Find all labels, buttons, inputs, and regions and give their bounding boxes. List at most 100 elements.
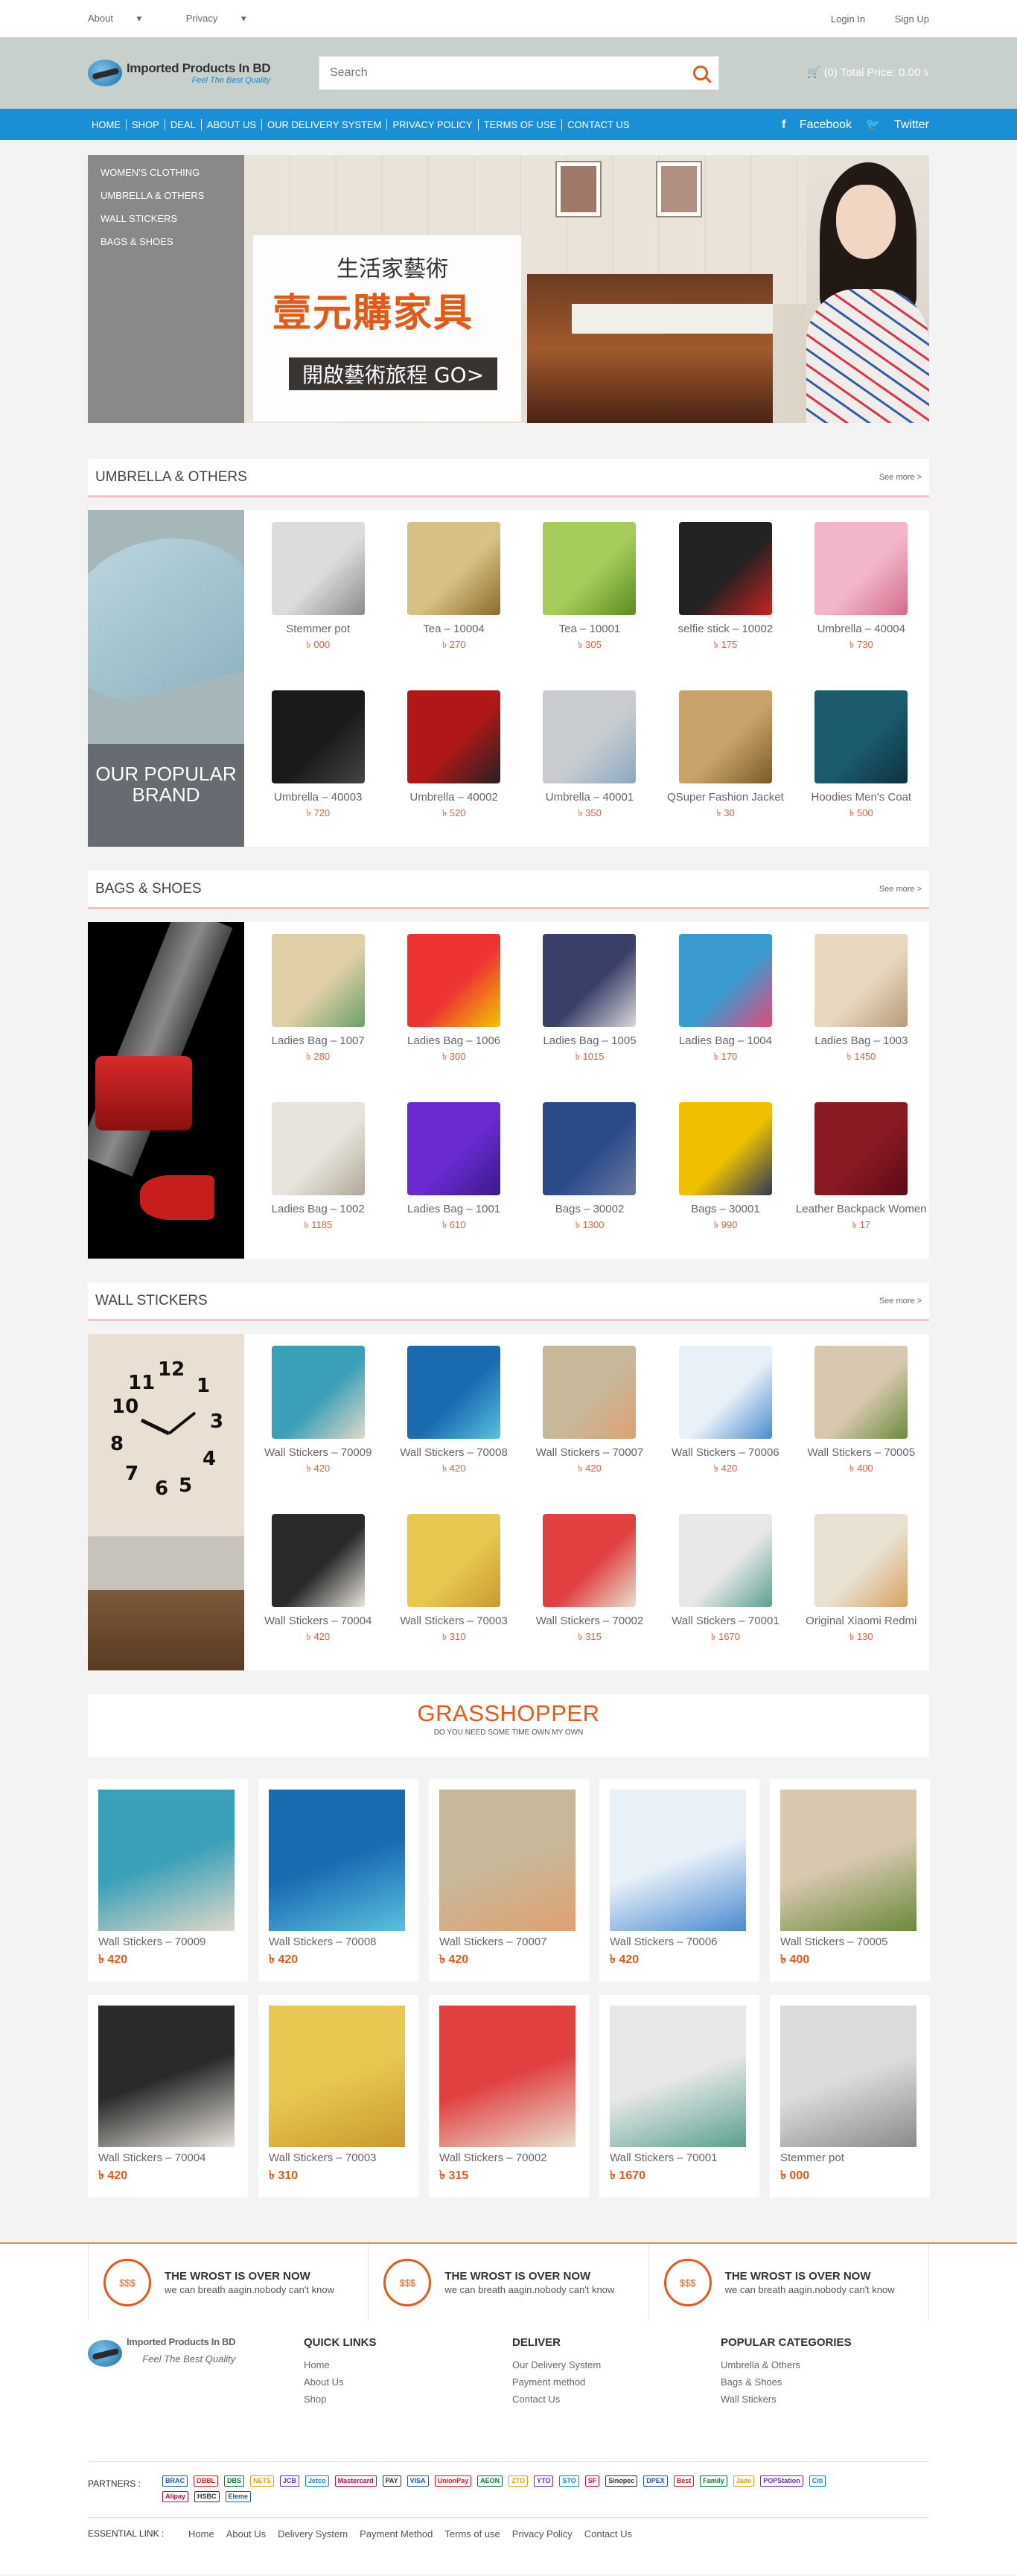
promo-banner-wall[interactable]: 12 1 3 4 5678 10 11 [88, 1334, 244, 1670]
promo-banner-bags[interactable] [88, 922, 244, 1259]
see-more-link[interactable]: See more > [879, 885, 922, 894]
footer-link-shop[interactable]: Shop [304, 2394, 512, 2405]
partner-logo[interactable]: Alipay [162, 2491, 189, 2502]
nav-home[interactable]: HOME [88, 118, 127, 130]
product-item[interactable]: Wall Stickers – 70008 ৳ 420 [386, 1334, 521, 1502]
partner-logo[interactable]: BRAC [162, 2475, 188, 2487]
product-item[interactable]: Ladies Bag – 1006 ৳ 300 [386, 922, 521, 1090]
sidebar-item-womens-clothing[interactable]: WOMEN'S CLOTHING [88, 161, 244, 184]
about-dropdown[interactable]: About ▾ [88, 13, 162, 24]
privacy-dropdown[interactable]: Privacy ▾ [186, 13, 267, 24]
product-item[interactable]: Wall Stickers – 70004 ৳ 420 [250, 1502, 386, 1670]
product-item[interactable]: Umbrella – 40004 ৳ 730 [794, 510, 929, 678]
partner-logo[interactable]: Sinopec [605, 2475, 638, 2487]
essential-link[interactable]: Privacy Policy [512, 2528, 573, 2540]
cart-summary[interactable]: 🛒 (0) Total Price: 0.00 ৳ [807, 64, 929, 83]
product-item[interactable]: QSuper Fashion Jacket ৳ 30 [657, 678, 793, 847]
product-item[interactable]: Umbrella – 40003 ৳ 720 [250, 678, 386, 847]
partner-logo[interactable]: VISA [407, 2475, 429, 2487]
product-item[interactable]: Wall Stickers – 70007 ৳ 420 [522, 1334, 657, 1502]
product-item[interactable]: Umbrella – 40001 ৳ 350 [522, 678, 657, 847]
partner-logo[interactable]: YTO [534, 2475, 554, 2487]
product-item[interactable]: Wall Stickers – 70006 ৳ 420 [657, 1334, 793, 1502]
footer-link-home[interactable]: Home [304, 2359, 512, 2370]
partner-logo[interactable]: ZTO [508, 2475, 528, 2487]
partner-logo[interactable]: HSBC [194, 2491, 220, 2502]
product-card[interactable]: Wall Stickers – 70007 ৳ 420 [429, 1779, 589, 1982]
search-icon[interactable] [693, 66, 708, 80]
product-item[interactable]: Wall Stickers – 70009 ৳ 420 [250, 1334, 386, 1502]
partner-logo[interactable]: DBBL [194, 2475, 218, 2487]
footer-link-payment[interactable]: Payment method [512, 2376, 721, 2388]
signup-link[interactable]: Sign Up [895, 13, 929, 25]
product-item[interactable]: selfie stick – 10002 ৳ 175 [657, 510, 793, 678]
partner-logo[interactable]: DPEX [643, 2475, 668, 2487]
twitter-link[interactable]: 🐦 Twitter [866, 118, 930, 131]
product-item[interactable]: Ladies Bag – 1004 ৳ 170 [657, 922, 793, 1090]
site-logo[interactable]: Imported Products In BD Feel The Best Qu… [88, 60, 311, 86]
footer-link-about[interactable]: About Us [304, 2376, 512, 2388]
footer-link-wall[interactable]: Wall Stickers [721, 2394, 929, 2405]
essential-link[interactable]: Delivery System [278, 2528, 348, 2540]
nav-contact[interactable]: CONTACT US [562, 119, 634, 130]
partner-logo[interactable]: NETS [250, 2475, 275, 2487]
product-card[interactable]: Wall Stickers – 70008 ৳ 420 [258, 1779, 418, 1982]
product-item[interactable]: Wall Stickers – 70002 ৳ 315 [522, 1502, 657, 1670]
partner-logo[interactable]: AEON [477, 2475, 503, 2487]
search-input[interactable] [330, 66, 693, 80]
sidebar-item-umbrella[interactable]: UMBRELLA & OTHERS [88, 184, 244, 207]
product-item[interactable]: Stemmer pot ৳ 000 [250, 510, 386, 678]
footer-link-bags[interactable]: Bags & Shoes [721, 2376, 929, 2388]
sidebar-item-wall-stickers[interactable]: WALL STICKERS [88, 207, 244, 230]
nav-about[interactable]: ABOUT US [201, 118, 263, 130]
product-item[interactable]: Ladies Bag – 1005 ৳ 1015 [522, 922, 657, 1090]
partner-logo[interactable]: UnionPay [434, 2475, 472, 2487]
product-item[interactable]: Umbrella – 40002 ৳ 520 [386, 678, 521, 847]
partner-logo[interactable]: SF [584, 2475, 600, 2487]
partner-logo[interactable]: Mastercard [334, 2475, 377, 2487]
product-item[interactable]: Wall Stickers – 70003 ৳ 310 [386, 1502, 521, 1670]
product-card[interactable]: Wall Stickers – 70006 ৳ 420 [599, 1779, 759, 1982]
product-item[interactable]: Leather Backpack Women ৳ 17 [794, 1090, 929, 1259]
footer-link-delivery[interactable]: Our Delivery System [512, 2359, 721, 2370]
product-item[interactable]: Ladies Bag – 1001 ৳ 610 [386, 1090, 521, 1259]
partner-logo[interactable]: Best [673, 2475, 695, 2487]
nav-terms[interactable]: TERMS OF USE [478, 118, 563, 130]
footer-link-umbrella[interactable]: Umbrella & Others [721, 2359, 929, 2370]
promo-banner-umbrella[interactable]: OUR POPULAR BRAND [88, 510, 244, 847]
product-item[interactable]: Wall Stickers – 70001 ৳ 1670 [657, 1502, 793, 1670]
product-item[interactable]: Tea – 10004 ৳ 270 [386, 510, 521, 678]
partner-logo[interactable]: Jetco [305, 2475, 329, 2487]
hero-banner[interactable]: 生活家藝術 壹元購家具 開啟藝術旅程 GO> [244, 155, 929, 423]
essential-link[interactable]: Contact Us [584, 2528, 632, 2540]
essential-link[interactable]: Payment Method [360, 2528, 433, 2540]
essential-link[interactable]: About Us [226, 2528, 266, 2540]
product-item[interactable]: Ladies Bag – 1003 ৳ 1450 [794, 922, 929, 1090]
footer-logo[interactable]: Imported Products In BD Feel The Best Qu… [88, 2336, 311, 2376]
essential-link[interactable]: Terms of use [444, 2528, 500, 2540]
product-item[interactable]: Ladies Bag – 1007 ৳ 280 [250, 922, 386, 1090]
partner-logo[interactable]: STO [559, 2475, 579, 2487]
partner-logo[interactable]: DBS [224, 2475, 245, 2487]
nav-shop[interactable]: SHOP [127, 118, 165, 130]
nav-privacy[interactable]: PRIVACY POLICY [387, 118, 479, 130]
product-card[interactable]: Wall Stickers – 70005 ৳ 400 [770, 1779, 930, 1982]
product-item[interactable]: Tea – 10001 ৳ 305 [522, 510, 657, 678]
essential-link[interactable]: Home [188, 2528, 214, 2540]
product-item[interactable]: Bags – 30001 ৳ 990 [657, 1090, 793, 1259]
product-card[interactable]: Wall Stickers – 70002 ৳ 315 [429, 1995, 589, 2198]
see-more-link[interactable]: See more > [879, 473, 922, 482]
product-card[interactable]: Wall Stickers – 70003 ৳ 310 [258, 1995, 418, 2198]
product-card[interactable]: Wall Stickers – 70001 ৳ 1670 [599, 1995, 759, 2198]
product-item[interactable]: Wall Stickers – 70005 ৳ 400 [794, 1334, 929, 1502]
sidebar-item-bags-shoes[interactable]: BAGS & SHOES [88, 230, 244, 253]
product-card[interactable]: Wall Stickers – 70004 ৳ 420 [88, 1995, 248, 2198]
see-more-link[interactable]: See more > [879, 1297, 922, 1306]
footer-link-contact[interactable]: Contact Us [512, 2394, 721, 2405]
product-item[interactable]: Original Xiaomi Redmi ৳ 130 [794, 1502, 929, 1670]
product-item[interactable]: Bags – 30002 ৳ 1300 [522, 1090, 657, 1259]
product-item[interactable]: Ladies Bag – 1002 ৳ 1185 [250, 1090, 386, 1259]
partner-logo[interactable]: POPStation [760, 2475, 803, 2487]
nav-delivery[interactable]: OUR DELIVERY SYSTEM [262, 118, 388, 130]
banner-cta-button[interactable]: 開啟藝術旅程 GO> [289, 357, 498, 390]
